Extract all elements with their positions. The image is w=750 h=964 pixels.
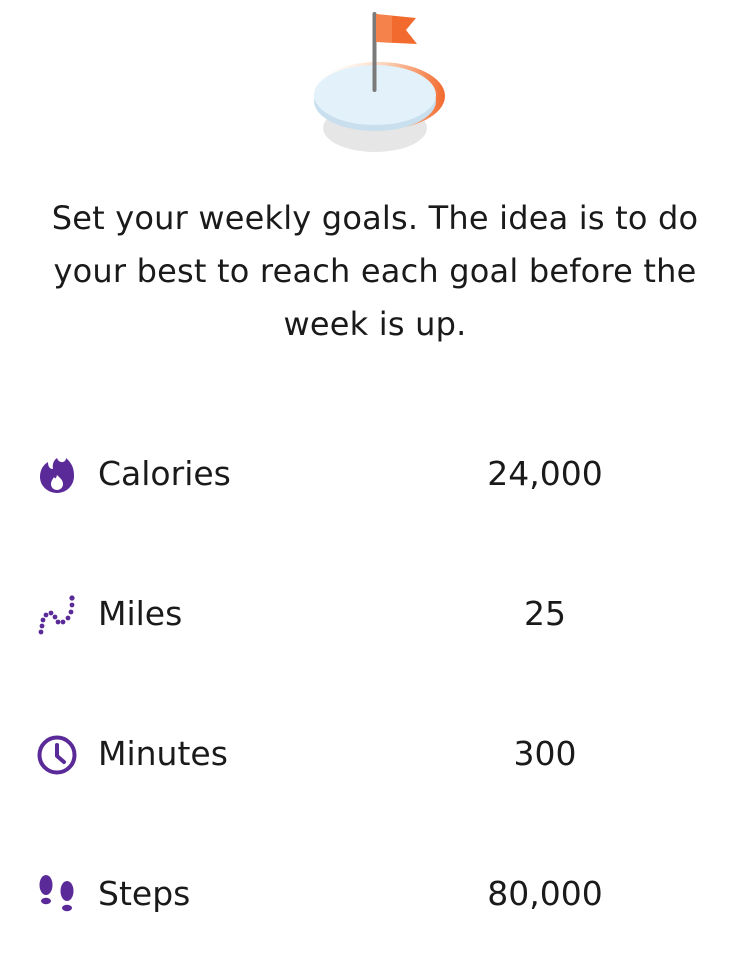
goal-row-minutes: Minutes 300: [0, 684, 750, 824]
goal-row-miles: Miles 25: [0, 544, 750, 684]
goal-label: Steps: [98, 874, 191, 913]
goal-row-steps: Steps 80,000: [0, 824, 750, 964]
goals-list: Calories 24,000 Miles 25 Minutes 300 Ste…: [0, 404, 750, 964]
clock-icon: [36, 734, 78, 776]
goal-row-calories: Calories 24,000: [0, 404, 750, 544]
flame-icon: [36, 454, 78, 496]
hero-illustration: [0, 0, 750, 170]
steps-goal-input[interactable]: 80,000: [420, 872, 670, 916]
calories-goal-input[interactable]: 24,000: [420, 452, 670, 496]
goal-label: Minutes: [98, 734, 228, 773]
goal-label: Miles: [98, 594, 183, 633]
miles-goal-input[interactable]: 25: [420, 592, 670, 636]
intro-text: Set your weekly goals. The idea is to do…: [51, 199, 699, 343]
minutes-goal-input[interactable]: 300: [420, 732, 670, 776]
route-icon: [36, 594, 78, 636]
flag-on-target-icon: [311, 12, 445, 152]
goal-label: Calories: [98, 454, 231, 493]
footprints-icon: [36, 874, 78, 916]
